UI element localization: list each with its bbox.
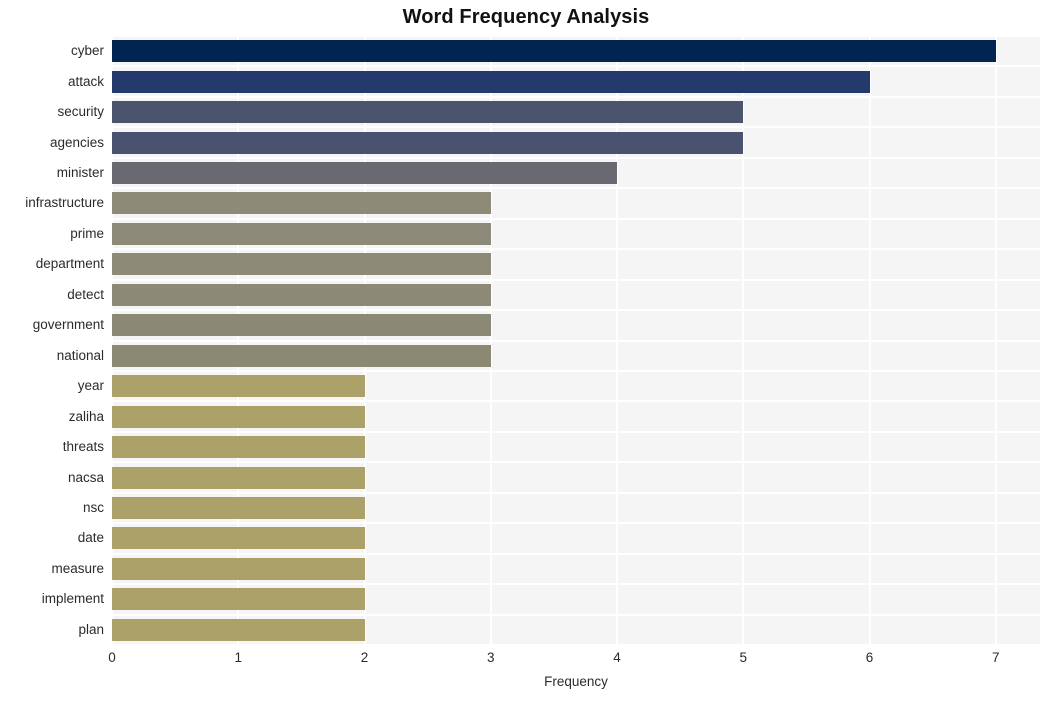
y-tick-label-cyber: cyber [70, 43, 104, 59]
y-tick-label-date: date [77, 530, 104, 546]
y-tick-label-nacsa: nacsa [67, 469, 104, 485]
y-tick-label-security: security [57, 104, 104, 120]
x-tick-label-7: 7 [992, 650, 1000, 665]
bar-nsc[interactable] [112, 496, 365, 519]
y-tick-label-plan: plan [78, 621, 104, 637]
x-tick-label-0: 0 [108, 650, 116, 665]
bar-security[interactable] [112, 101, 744, 124]
bar-agencies[interactable] [112, 131, 744, 154]
bar-zaliha[interactable] [112, 405, 365, 428]
bar-attack[interactable] [112, 70, 870, 93]
y-tick-label-attack: attack [67, 73, 104, 89]
y-tick-label-minister: minister [56, 165, 104, 181]
y-tick-label-zaliha: zaliha [68, 408, 104, 424]
x-axis-label: Frequency [544, 674, 608, 689]
y-tick-label-infrastructure: infrastructure [25, 195, 104, 211]
y-tick-label-nsc: nsc [82, 499, 104, 515]
chart-title: Word Frequency Analysis [402, 6, 650, 28]
word-frequency-chart: Word Frequency Analysis cyber attack secur… [0, 0, 1052, 701]
bar-date[interactable] [112, 527, 365, 550]
bars-layer [112, 36, 1040, 645]
bar-department[interactable] [112, 253, 491, 276]
x-tick-label-4: 4 [613, 650, 621, 665]
x-tick-label-6: 6 [865, 650, 874, 665]
bar-minister[interactable] [112, 162, 618, 185]
x-tick-label-1: 1 [234, 650, 242, 665]
y-tick-label-agencies: agencies [49, 134, 104, 150]
bar-measure[interactable] [112, 557, 365, 580]
x-tick-label-5: 5 [739, 650, 748, 665]
x-axis-tick-labels: 0 1 2 3 4 5 6 7 [108, 650, 1040, 670]
x-tick-label-2: 2 [360, 650, 369, 665]
bar-government[interactable] [112, 314, 491, 337]
y-tick-label-threats: threats [62, 439, 104, 455]
y-tick-label-detect: detect [67, 286, 104, 302]
bar-threats[interactable] [112, 436, 365, 459]
y-tick-label-measure: measure [51, 560, 104, 576]
y-tick-label-national: national [56, 347, 104, 363]
y-tick-label-implement: implement [41, 591, 104, 607]
plot-area [112, 36, 1040, 645]
bar-implement[interactable] [112, 588, 365, 611]
bar-cyber[interactable] [112, 40, 996, 63]
y-tick-label-prime: prime [70, 225, 104, 241]
y-tick-label-government: government [32, 317, 104, 333]
bar-nacsa[interactable] [112, 466, 365, 489]
y-tick-label-department: department [35, 256, 104, 272]
x-tick-label-3: 3 [487, 650, 495, 665]
bar-infrastructure[interactable] [112, 192, 491, 215]
bar-detect[interactable] [112, 283, 491, 306]
bar-year[interactable] [112, 375, 365, 398]
y-tick-label-year: year [77, 378, 104, 394]
bar-prime[interactable] [112, 222, 491, 245]
bar-national[interactable] [112, 344, 491, 367]
y-axis-tick-labels: cyber attack security agencies minister infra… [0, 36, 104, 645]
bar-plan[interactable] [112, 618, 365, 641]
